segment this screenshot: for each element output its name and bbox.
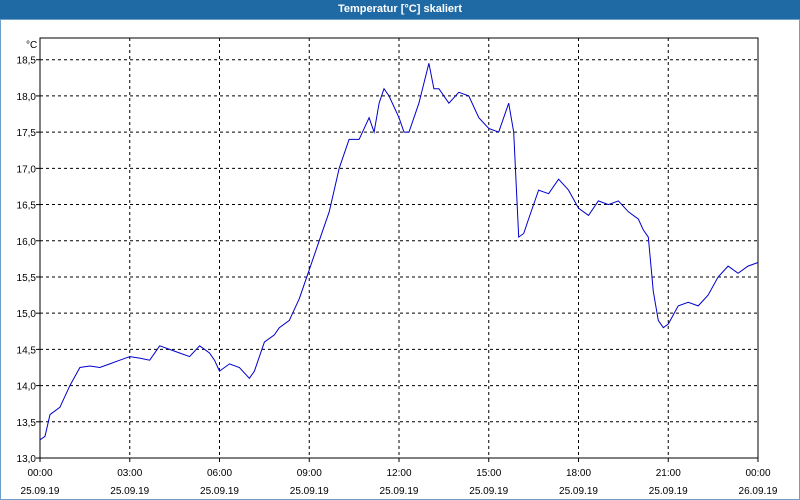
y-tick-label: 16,0 (17, 237, 37, 248)
x-tick-time-label: 03:00 (117, 468, 142, 479)
y-tick-label: 13,0 (17, 454, 37, 465)
x-tick-date-label: 25.09.19 (380, 486, 419, 497)
x-tick-time-label: 12:00 (386, 468, 411, 479)
y-tick-label: 15,5 (17, 273, 37, 284)
x-tick-date-label: 25.09.19 (559, 486, 598, 497)
x-tick-time-label: 00:00 (27, 468, 52, 479)
y-tick-label: 18,0 (17, 92, 37, 103)
x-tick-date-label: 25.09.19 (21, 486, 60, 497)
y-tick-label: 14,0 (17, 382, 37, 393)
x-tick-date-label: 25.09.19 (469, 486, 508, 497)
y-tick-label: 17,5 (17, 128, 37, 139)
x-tick-date-label: 25.09.19 (200, 486, 239, 497)
x-axis: 00:00 25.09.19 03:00 25.09.19 06:00 25.09.19 0… (21, 458, 778, 497)
x-tick-date-label: 25.09.19 (110, 486, 149, 497)
x-tick-date-label: 26.09.19 (739, 486, 778, 497)
y-tick-label: 18,5 (17, 56, 37, 67)
x-tick-time-label: 09:00 (297, 468, 322, 479)
y-tick-label: 14,5 (17, 345, 37, 356)
y-axis: 13,0 13,5 14,0 14,5 15,0 15,5 16,0 16,5 17,0 17,5… (17, 56, 40, 465)
x-tick-time-label: 18:00 (566, 468, 591, 479)
x-tick-time-label: 21:00 (656, 468, 681, 479)
y-tick-label: 13,5 (17, 418, 37, 429)
x-tick-time-label: 00:00 (745, 468, 770, 479)
y-axis-unit: °C (26, 40, 37, 51)
x-tick-time-label: 15:00 (476, 468, 501, 479)
y-tick-label: 15,0 (17, 309, 37, 320)
x-tick-date-label: 25.09.19 (649, 486, 688, 497)
temperature-chart: 13,0 13,5 14,0 14,5 15,0 15,5 16,0 16,5 17,0 17,5… (17, 37, 778, 497)
x-tick-date-label: 25.09.19 (290, 486, 329, 497)
x-tick-time-label: 06:00 (207, 468, 232, 479)
y-tick-label: 17,0 (17, 164, 37, 175)
y-tick-label: 16,5 (17, 201, 37, 212)
